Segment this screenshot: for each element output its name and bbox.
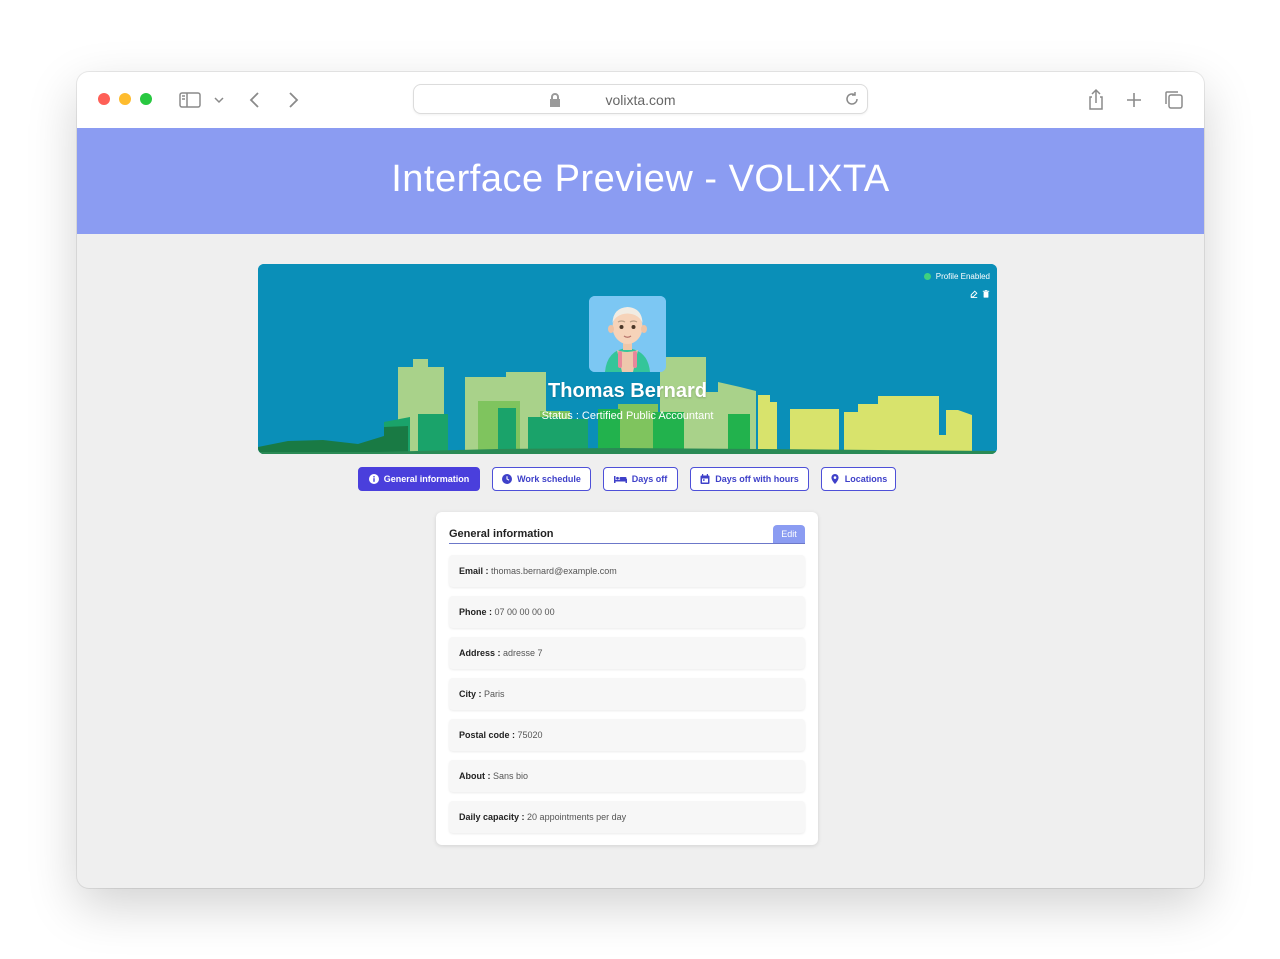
- field-label: Postal code :: [459, 730, 516, 740]
- profile-status: Profile Enabled: [923, 272, 990, 281]
- tab-label: Locations: [844, 474, 888, 484]
- address-bar[interactable]: volixta.com: [413, 84, 868, 114]
- field-value: thomas.bernard@example.com: [491, 566, 617, 576]
- field-value: Sans bio: [493, 771, 529, 781]
- profile-name: Thomas Bernard: [548, 380, 707, 402]
- calendar-icon: [700, 474, 710, 484]
- info-icon: [368, 474, 379, 484]
- status-dot-icon: [923, 273, 931, 280]
- field-value: 07 00 00 00 00: [494, 607, 555, 617]
- sidebar-icon[interactable]: [177, 87, 203, 113]
- field-phone: Phone : 07 00 00 00 00: [449, 596, 805, 628]
- field-label: About :: [459, 771, 491, 781]
- page-title: Interface Preview - VOLIXTA: [391, 158, 890, 200]
- field-address: Address : adresse 7: [449, 637, 805, 669]
- profile-actions: [970, 285, 990, 299]
- close-window-button[interactable]: [98, 93, 110, 105]
- tab-work-schedule[interactable]: Work schedule: [492, 467, 591, 491]
- general-information-card: General information Edit Email : thomas.…: [436, 512, 818, 845]
- field-label: Email :: [459, 566, 489, 576]
- field-value: adresse 7: [503, 648, 543, 658]
- edit-profile-icon[interactable]: [970, 285, 978, 299]
- field-label: Address :: [459, 648, 501, 658]
- card-divider: [449, 543, 805, 544]
- tab-label: General information: [383, 474, 470, 484]
- url-text: volixta.com: [605, 92, 676, 108]
- tab-days-off-with-hours[interactable]: Days off with hours: [690, 467, 809, 491]
- field-about: About : Sans bio: [449, 760, 805, 792]
- tab-label: Days off with hours: [715, 474, 799, 484]
- edit-button[interactable]: Edit: [773, 525, 805, 543]
- avatar: [589, 296, 666, 372]
- clock-icon: [502, 474, 513, 484]
- tab-label: Work schedule: [517, 474, 581, 484]
- field-value: Paris: [484, 689, 505, 699]
- new-tab-icon[interactable]: [1121, 87, 1147, 113]
- zoom-window-button[interactable]: [140, 93, 152, 105]
- profile-hero: Profile Enabled Thomas Bernard Status: …: [258, 264, 997, 454]
- map-pin-icon: [830, 474, 840, 484]
- field-city: City : Paris: [449, 678, 805, 710]
- tab-label: Days off: [631, 474, 668, 484]
- minimize-window-button[interactable]: [119, 93, 131, 105]
- browser-window: volixta.com Interface Preview - VOLIXTA: [77, 72, 1204, 888]
- tab-locations[interactable]: Locations: [821, 467, 896, 491]
- field-postal-code: Postal code : 75020: [449, 719, 805, 751]
- field-label: Phone :: [459, 607, 492, 617]
- field-daily-capacity: Daily capacity : 20 appointments per day: [449, 801, 805, 833]
- card-title: General information: [449, 528, 554, 540]
- browser-toolbar: volixta.com: [77, 72, 1204, 128]
- field-label: City :: [459, 689, 482, 699]
- profile-status-label: Profile Enabled: [935, 272, 990, 281]
- page-banner: Interface Preview - VOLIXTA: [77, 128, 1204, 234]
- field-email: Email : thomas.bernard@example.com: [449, 555, 805, 587]
- field-value: 20 appointments per day: [527, 812, 627, 822]
- tab-general-information[interactable]: General information: [358, 467, 480, 491]
- tab-days-off[interactable]: Days off: [603, 467, 678, 491]
- field-label: Daily capacity :: [459, 812, 525, 822]
- field-value: 75020: [517, 730, 543, 740]
- chevron-down-icon[interactable]: [209, 87, 229, 113]
- delete-profile-icon[interactable]: [982, 285, 990, 298]
- forward-arrow-icon[interactable]: [280, 87, 306, 113]
- tab-overview-icon[interactable]: [1161, 87, 1187, 113]
- bed-icon: [613, 474, 627, 484]
- profile-role: Status : Certified Public Accountant: [541, 410, 714, 422]
- share-icon[interactable]: [1083, 87, 1109, 113]
- reload-icon[interactable]: [843, 90, 861, 108]
- back-arrow-icon[interactable]: [242, 87, 268, 113]
